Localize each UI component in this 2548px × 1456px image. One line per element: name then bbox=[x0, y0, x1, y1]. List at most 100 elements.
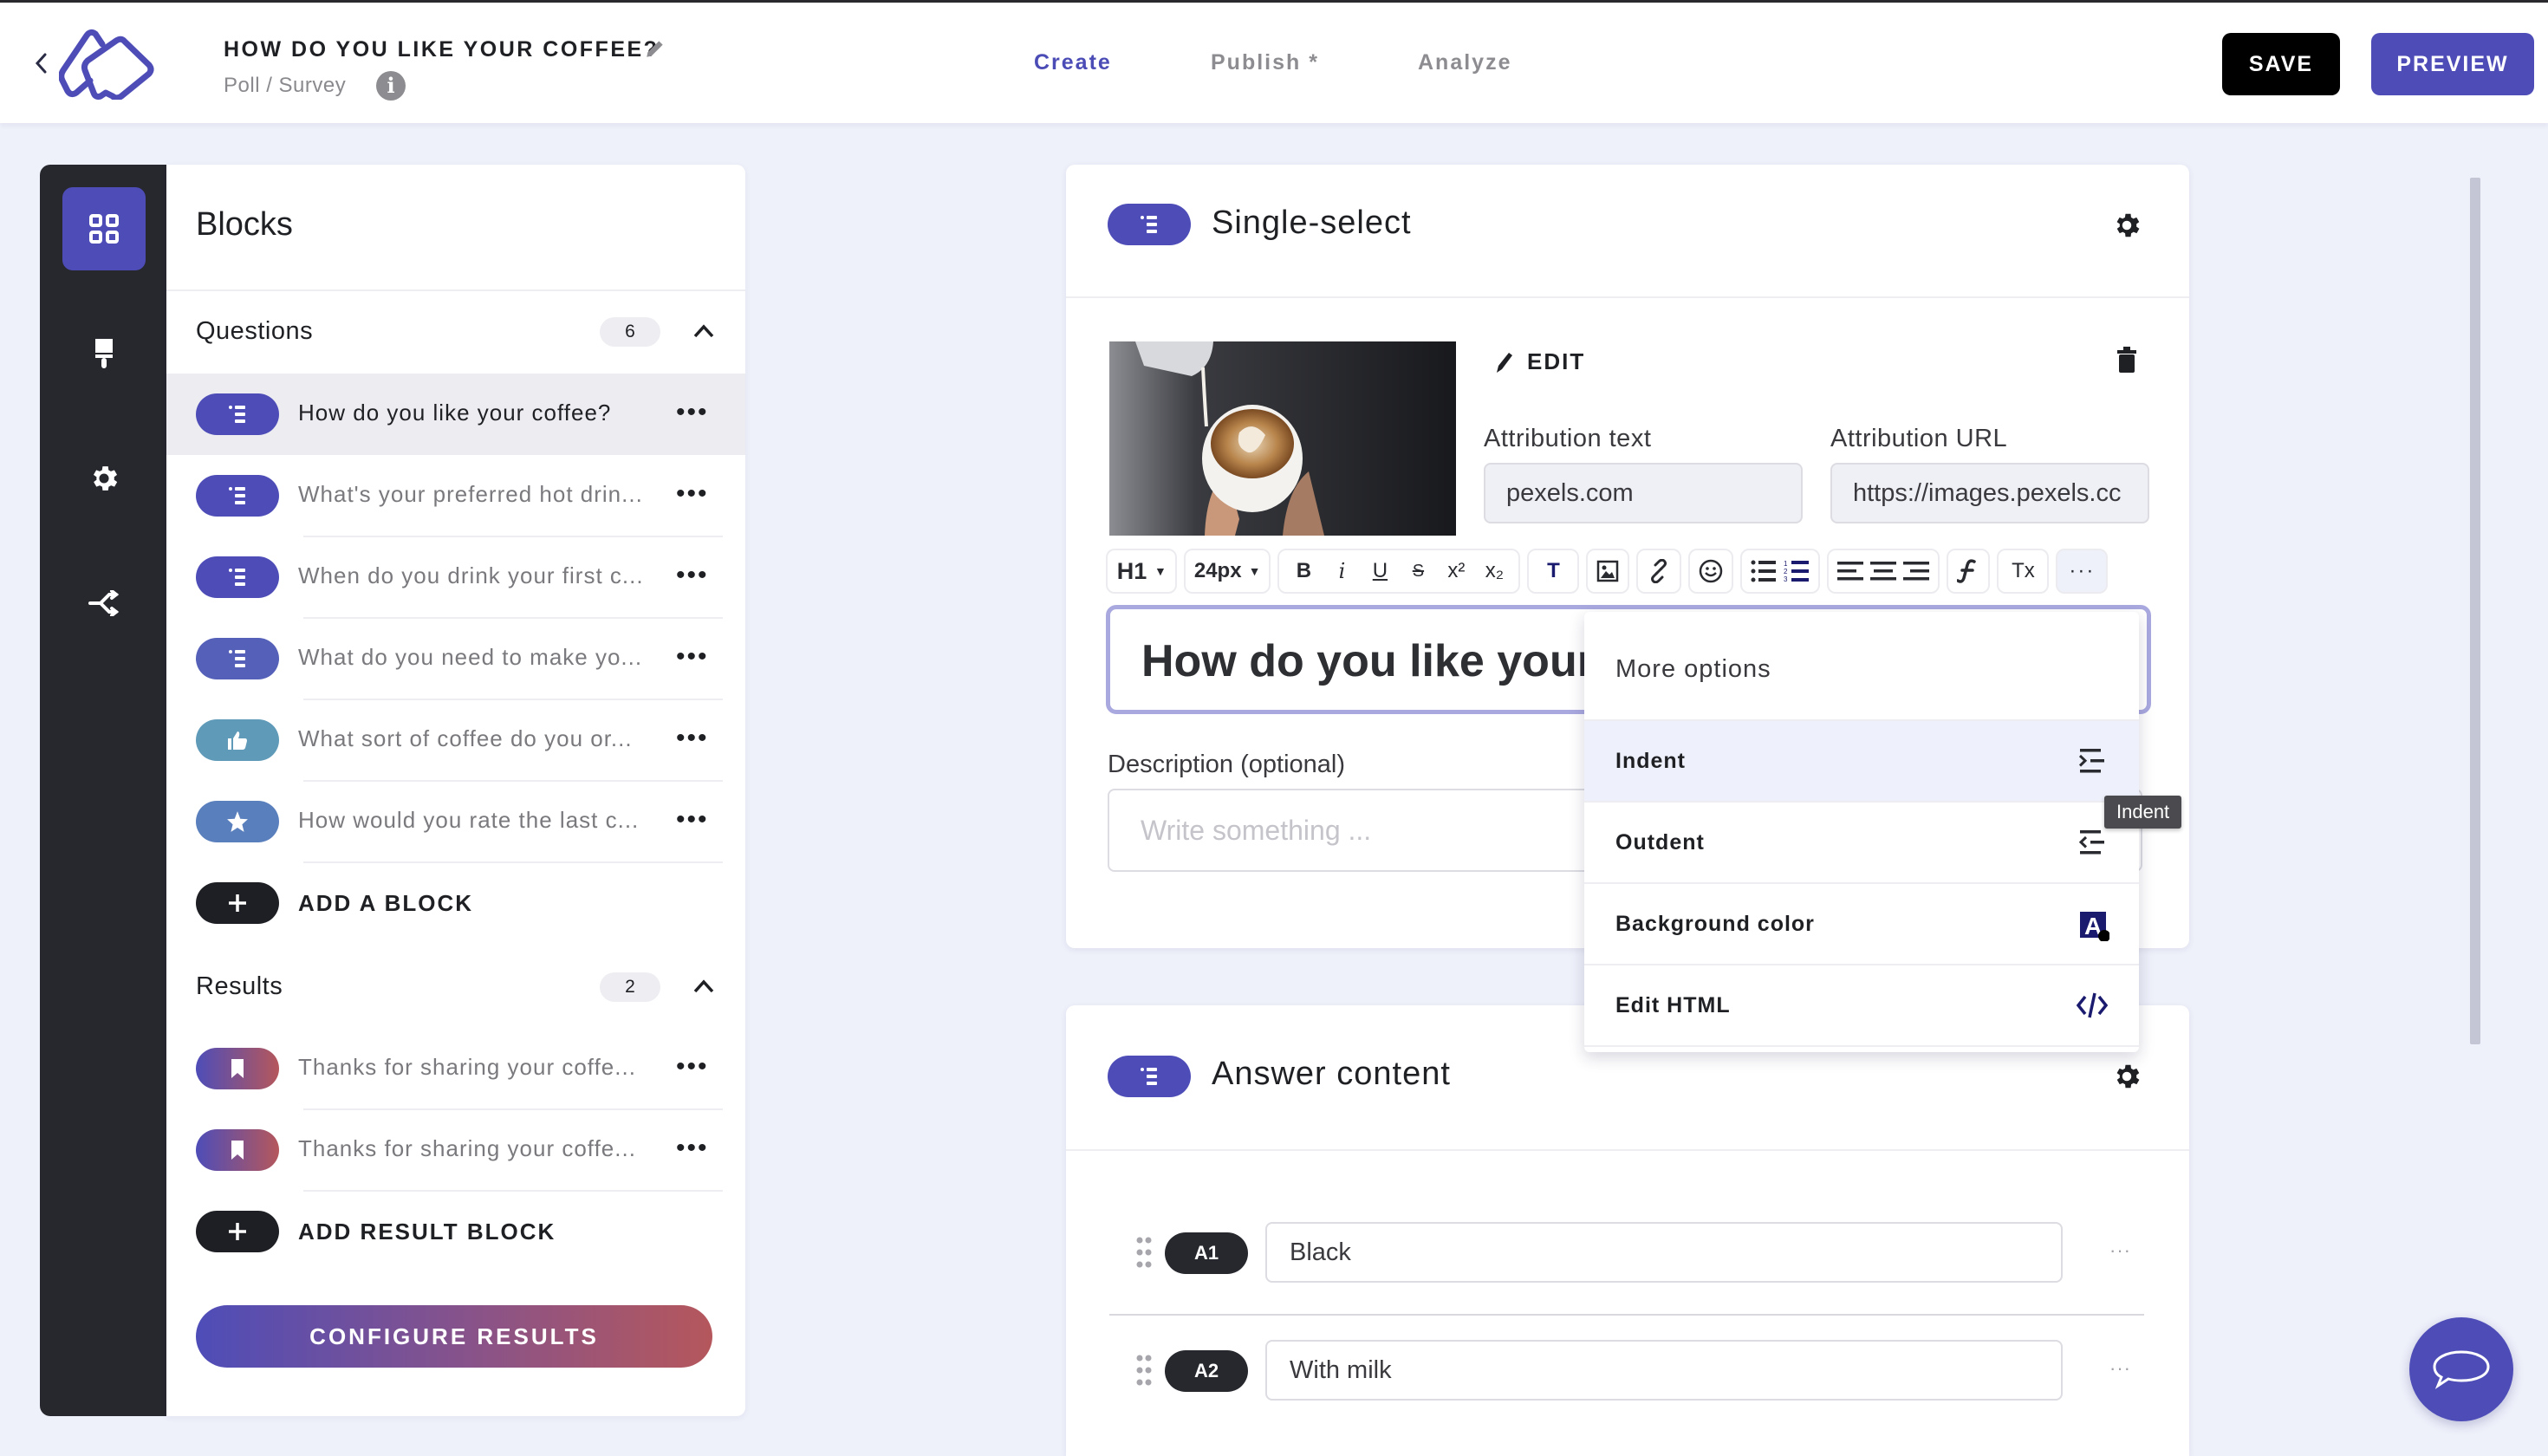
info-icon[interactable]: i bbox=[376, 71, 406, 101]
svg-text:1: 1 bbox=[1784, 560, 1788, 568]
insert-link-button[interactable] bbox=[1636, 549, 1682, 594]
attribution-text-input[interactable]: pexels.com bbox=[1484, 463, 1803, 523]
answer-badge: A1 bbox=[1165, 1232, 1248, 1274]
question-more-button[interactable]: ••• bbox=[676, 562, 709, 588]
question-image[interactable] bbox=[1109, 341, 1456, 536]
question-title: How would you rate the last c... bbox=[298, 807, 640, 833]
left-rail bbox=[40, 165, 166, 1416]
subscript-button[interactable]: x₂ bbox=[1479, 554, 1510, 588]
save-button[interactable]: SAVE bbox=[2222, 33, 2340, 95]
question-item[interactable]: What do you need to make yo... ••• bbox=[166, 618, 745, 700]
add-block-label: ADD A BLOCK bbox=[298, 890, 474, 916]
clear-format-button[interactable]: Tx bbox=[1997, 549, 2050, 594]
chat-bubble-icon bbox=[2433, 1350, 2490, 1389]
emoji-button[interactable] bbox=[1688, 549, 1734, 594]
align-center-icon[interactable] bbox=[1870, 560, 1897, 582]
strikethrough-button[interactable]: S bbox=[1402, 554, 1433, 588]
answer-row: A2 With milk ··· bbox=[1109, 1340, 2144, 1401]
question-item[interactable]: When do you drink your first c... ••• bbox=[166, 536, 745, 619]
tab-analyze[interactable]: Analyze bbox=[1418, 50, 1511, 75]
svg-text:2: 2 bbox=[1784, 568, 1788, 575]
gear-icon[interactable] bbox=[2111, 210, 2142, 241]
rail-blocks-button[interactable] bbox=[62, 187, 146, 270]
plus-icon bbox=[196, 1211, 279, 1252]
question-more-button[interactable]: ••• bbox=[676, 725, 709, 751]
edit-image-button[interactable]: EDIT bbox=[1494, 348, 1585, 375]
question-more-button[interactable]: ••• bbox=[676, 481, 709, 507]
rich-text-toolbar: H1 ▼ 24px ▼ B i U S x² x₂ T 123 Tx ··· bbox=[1106, 548, 2109, 595]
answer-input[interactable]: With milk bbox=[1265, 1340, 2063, 1401]
result-item[interactable]: Thanks for sharing your coffe... ••• bbox=[166, 1028, 745, 1110]
text-color-icon: T bbox=[1547, 559, 1560, 582]
result-more-button[interactable]: ••• bbox=[676, 1135, 709, 1161]
collapse-questions-icon[interactable] bbox=[692, 322, 716, 340]
rail-logic-button[interactable] bbox=[62, 562, 146, 645]
attribution-url-input[interactable]: https://images.pexels.cc bbox=[1830, 463, 2149, 523]
font-size-select[interactable]: 24px ▼ bbox=[1183, 549, 1271, 594]
bold-button[interactable]: B bbox=[1288, 554, 1319, 588]
background-color-icon: A bbox=[2080, 912, 2109, 941]
questions-section-label: Questions bbox=[196, 317, 314, 345]
superscript-button[interactable]: x² bbox=[1440, 554, 1472, 588]
trash-icon[interactable] bbox=[2116, 347, 2137, 373]
outdent-icon bbox=[2078, 830, 2104, 855]
question-item[interactable]: What's your preferred hot drin... ••• bbox=[166, 455, 745, 537]
more-options-menu: More options Indent Outdent Background c… bbox=[1584, 612, 2139, 1052]
rail-settings-button[interactable] bbox=[62, 437, 146, 520]
align-left-icon[interactable] bbox=[1837, 560, 1864, 582]
menu-item-background-color[interactable]: Background color A bbox=[1584, 882, 2139, 964]
tab-publish[interactable]: Publish * bbox=[1211, 50, 1319, 75]
chevron-left-icon[interactable] bbox=[33, 51, 49, 75]
app-logo[interactable] bbox=[59, 29, 156, 100]
thumbs-up-icon bbox=[196, 719, 279, 761]
question-title: What sort of coffee do you or... bbox=[298, 725, 633, 751]
menu-item-outdent[interactable]: Outdent bbox=[1584, 801, 2139, 882]
question-more-button[interactable]: ••• bbox=[676, 400, 709, 426]
tab-create[interactable]: Create bbox=[1034, 50, 1112, 75]
question-item[interactable]: How do you like your coffee? ••• bbox=[166, 374, 745, 455]
bullet-list-icon[interactable] bbox=[1751, 559, 1777, 583]
question-type-title: Single-select bbox=[1212, 205, 1412, 241]
heading-value: H1 bbox=[1116, 557, 1147, 584]
question-more-button[interactable]: ••• bbox=[676, 644, 709, 670]
menu-item-label: Edit HTML bbox=[1615, 993, 1731, 1017]
rail-design-button[interactable] bbox=[62, 312, 146, 395]
caret-down-icon: ▼ bbox=[1154, 564, 1167, 578]
menu-item-edit-html[interactable]: Edit HTML bbox=[1584, 964, 2139, 1045]
formula-button[interactable] bbox=[1947, 549, 1991, 594]
more-icon: ··· bbox=[2069, 559, 2096, 582]
answer-row: A1 Black ··· bbox=[1109, 1222, 2144, 1283]
edit-title-icon[interactable] bbox=[644, 37, 666, 60]
answer-input[interactable]: Black bbox=[1265, 1222, 2063, 1283]
format-group: B i U S x² x₂ bbox=[1277, 549, 1521, 594]
answer-more-button[interactable]: ··· bbox=[2109, 1357, 2131, 1380]
result-more-button[interactable]: ••• bbox=[676, 1054, 709, 1080]
numbered-list-icon[interactable]: 123 bbox=[1784, 559, 1810, 583]
text-color-button[interactable]: T bbox=[1527, 549, 1580, 594]
drag-handle-icon[interactable] bbox=[1135, 1354, 1153, 1387]
configure-results-button[interactable]: CONFIGURE RESULTS bbox=[196, 1305, 712, 1368]
align-right-icon[interactable] bbox=[1903, 560, 1930, 582]
question-item[interactable]: How would you rate the last c... ••• bbox=[166, 781, 745, 863]
list-icon bbox=[196, 393, 279, 435]
result-item[interactable]: Thanks for sharing your coffe... ••• bbox=[166, 1109, 745, 1192]
coffee-photo bbox=[1109, 341, 1456, 536]
gear-icon bbox=[93, 466, 118, 491]
italic-button[interactable]: i bbox=[1326, 554, 1357, 588]
add-block-button[interactable]: ADD A BLOCK bbox=[166, 862, 745, 944]
add-result-block-button[interactable]: ADD RESULT BLOCK bbox=[166, 1191, 745, 1272]
question-more-button[interactable]: ••• bbox=[676, 807, 709, 833]
gear-icon[interactable] bbox=[2111, 1061, 2142, 1092]
drag-handle-icon[interactable] bbox=[1135, 1236, 1153, 1269]
preview-button[interactable]: PREVIEW bbox=[2371, 33, 2534, 95]
more-options-button[interactable]: ··· bbox=[2056, 549, 2109, 594]
collapse-results-icon[interactable] bbox=[692, 978, 716, 995]
insert-image-button[interactable] bbox=[1586, 549, 1630, 594]
heading-select[interactable]: H1 ▼ bbox=[1106, 549, 1177, 594]
menu-item-indent[interactable]: Indent bbox=[1584, 719, 2139, 801]
underline-button[interactable]: U bbox=[1364, 554, 1395, 588]
scrollbar[interactable] bbox=[2470, 178, 2480, 1044]
chat-button[interactable] bbox=[2409, 1317, 2513, 1421]
question-item[interactable]: What sort of coffee do you or... ••• bbox=[166, 699, 745, 782]
answer-more-button[interactable]: ··· bbox=[2109, 1239, 2131, 1262]
